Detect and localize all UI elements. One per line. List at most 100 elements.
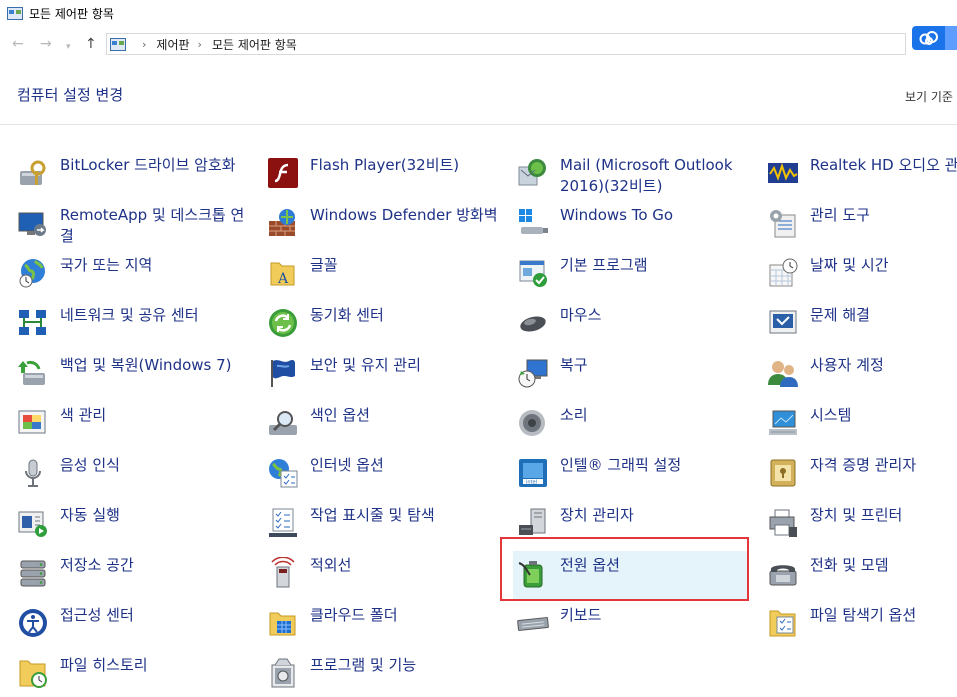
- windows-to-go-icon: [519, 209, 548, 234]
- item-label: 복구: [560, 356, 588, 374]
- item-taskbar-navigation[interactable]: 작업 표시줄 및 탐색: [266, 503, 504, 547]
- item-system[interactable]: 시스템: [766, 403, 957, 447]
- item-label: 사용자 계정: [810, 356, 884, 374]
- svg-text:A: A: [277, 271, 289, 287]
- item-fonts[interactable]: A 글꼴: [266, 253, 504, 297]
- item-label: 저장소 공간: [60, 556, 134, 574]
- item-phone-modem[interactable]: 전화 및 모뎀: [766, 553, 957, 597]
- item-indexing-options[interactable]: 색인 옵션: [266, 403, 504, 447]
- printer-icon: [769, 509, 797, 537]
- item-label: 색 관리: [60, 406, 107, 424]
- item-cloud-folder[interactable]: 클라우드 폴더: [266, 603, 504, 647]
- item-sync-center[interactable]: 동기화 센터: [266, 303, 504, 347]
- item-label: 국가 또는 지역: [60, 256, 153, 274]
- item-programs-features[interactable]: 프로그램 및 기능: [266, 653, 504, 697]
- item-mouse[interactable]: 마우스: [516, 303, 754, 347]
- item-flash-player[interactable]: Flash Player(32비트): [266, 153, 504, 197]
- svg-text:intel: intel: [526, 480, 537, 486]
- view-by-label[interactable]: 보기 기준: [905, 88, 953, 105]
- item-infrared[interactable]: 적외선: [266, 553, 504, 597]
- item-label: 인텔® 그래픽 설정: [560, 456, 682, 474]
- control-panel-icon: [7, 6, 23, 20]
- item-label: 작업 표시줄 및 탐색: [310, 506, 435, 524]
- item-recovery[interactable]: 복구: [516, 353, 754, 397]
- item-label: Windows To Go: [560, 206, 674, 224]
- item-label: 키보드: [560, 606, 602, 624]
- cloud-button[interactable]: [912, 26, 957, 50]
- back-arrow-icon[interactable]: ←: [12, 36, 24, 52]
- item-label: 전화 및 모뎀: [810, 556, 889, 574]
- bitlocker-icon: [20, 160, 46, 185]
- item-realtek-audio[interactable]: Realtek HD 오디오 관리자: [766, 153, 957, 197]
- item-intel-graphics[interactable]: intel 인텔® 그래픽 설정: [516, 453, 754, 497]
- network-icon: [19, 310, 46, 335]
- default-programs-icon: [519, 260, 547, 287]
- phone-modem-icon: [769, 565, 797, 586]
- item-mail[interactable]: Mail (Microsoft Outlook 2016)(32비트): [516, 153, 754, 197]
- item-network-sharing[interactable]: 네트워크 및 공유 센터: [16, 303, 254, 347]
- item-explorer-options[interactable]: 파일 탐색기 옵션: [766, 603, 957, 647]
- keyboard-icon: [517, 617, 549, 631]
- item-speech-recognition[interactable]: 음성 인식: [16, 453, 254, 497]
- admin-tools-icon: [770, 210, 796, 238]
- divider: [0, 124, 957, 125]
- realtek-audio-icon: [768, 162, 798, 183]
- item-internet-options[interactable]: 인터넷 옵션: [266, 453, 504, 497]
- explorer-options-icon: [769, 610, 796, 637]
- sound-icon: [519, 410, 545, 436]
- item-security-maintenance[interactable]: 보안 및 유지 관리: [266, 353, 504, 397]
- firewall-icon: [269, 209, 295, 236]
- item-label: 소리: [560, 406, 588, 424]
- item-bitlocker[interactable]: BitLocker 드라이브 암호화: [16, 153, 254, 197]
- item-backup-restore[interactable]: 백업 및 복원(Windows 7): [16, 353, 254, 397]
- item-accessibility[interactable]: 접근성 센터: [16, 603, 254, 647]
- color-management-icon: [18, 410, 46, 434]
- fonts-icon: A: [270, 262, 295, 287]
- remoteapp-icon: [18, 212, 46, 236]
- item-color-management[interactable]: 색 관리: [16, 403, 254, 447]
- item-date-time[interactable]: 날짜 및 시간: [766, 253, 957, 297]
- mouse-icon: [520, 316, 546, 332]
- item-storage-spaces[interactable]: 저장소 공간: [16, 553, 254, 597]
- item-devices-printers[interactable]: 장치 및 프린터: [766, 503, 957, 547]
- item-label: BitLocker 드라이브 암호화: [60, 156, 236, 174]
- item-file-history[interactable]: 파일 히스토리: [16, 653, 254, 697]
- recent-dropdown-chevron-icon[interactable]: ▾: [66, 39, 71, 55]
- item-keyboard[interactable]: 키보드: [516, 603, 754, 647]
- item-label: 색인 옵션: [310, 406, 370, 424]
- breadcrumb-all-items[interactable]: 모든 제어판 항목: [212, 36, 297, 53]
- item-label: 동기화 센터: [310, 306, 384, 324]
- item-label: Mail (Microsoft Outlook 2016)(32비트): [560, 156, 733, 195]
- item-defender-firewall[interactable]: Windows Defender 방화벽: [266, 203, 504, 247]
- forward-arrow-icon[interactable]: →: [40, 36, 52, 52]
- taskbar-icon: [269, 508, 297, 537]
- item-troubleshoot[interactable]: 문제 해결: [766, 303, 957, 347]
- navigation-bar: ← → ▾ ↑ › 제어판 › 모든 제어판 항목: [0, 30, 957, 60]
- item-label: 적외선: [310, 556, 352, 574]
- microphone-icon: [25, 459, 41, 487]
- address-bar[interactable]: › 제어판 › 모든 제어판 항목: [106, 33, 906, 55]
- item-label: 장치 관리자: [560, 506, 634, 524]
- item-label: 네트워크 및 공유 센터: [60, 306, 199, 324]
- user-accounts-icon: [768, 361, 798, 387]
- item-user-accounts[interactable]: 사용자 계정: [766, 353, 957, 397]
- cloud-button-edge: [945, 26, 957, 50]
- up-arrow-icon[interactable]: ↑: [85, 36, 97, 52]
- item-admin-tools[interactable]: 관리 도구: [766, 203, 957, 247]
- item-windows-to-go[interactable]: Windows To Go: [516, 203, 754, 247]
- item-default-programs[interactable]: 기본 프로그램: [516, 253, 754, 297]
- breadcrumb-separator-icon: ›: [197, 37, 202, 51]
- item-credential-manager[interactable]: 자격 증명 관리자: [766, 453, 957, 497]
- item-label: 프로그램 및 기능: [310, 656, 417, 674]
- item-remoteapp[interactable]: RemoteApp 및 데스크톱 연결: [16, 203, 254, 247]
- breadcrumb-control-panel[interactable]: 제어판: [156, 36, 189, 53]
- item-sound[interactable]: 소리: [516, 403, 754, 447]
- item-region[interactable]: 국가 또는 지역: [16, 253, 254, 297]
- flash-icon: [268, 158, 298, 188]
- region-icon: [19, 259, 45, 288]
- item-label: 보안 및 유지 관리: [310, 356, 421, 374]
- troubleshoot-icon: [769, 310, 797, 334]
- item-autoplay[interactable]: 자동 실행: [16, 503, 254, 547]
- item-label: 인터넷 옵션: [310, 456, 384, 474]
- item-label: RemoteApp 및 데스크톱 연결: [60, 206, 245, 245]
